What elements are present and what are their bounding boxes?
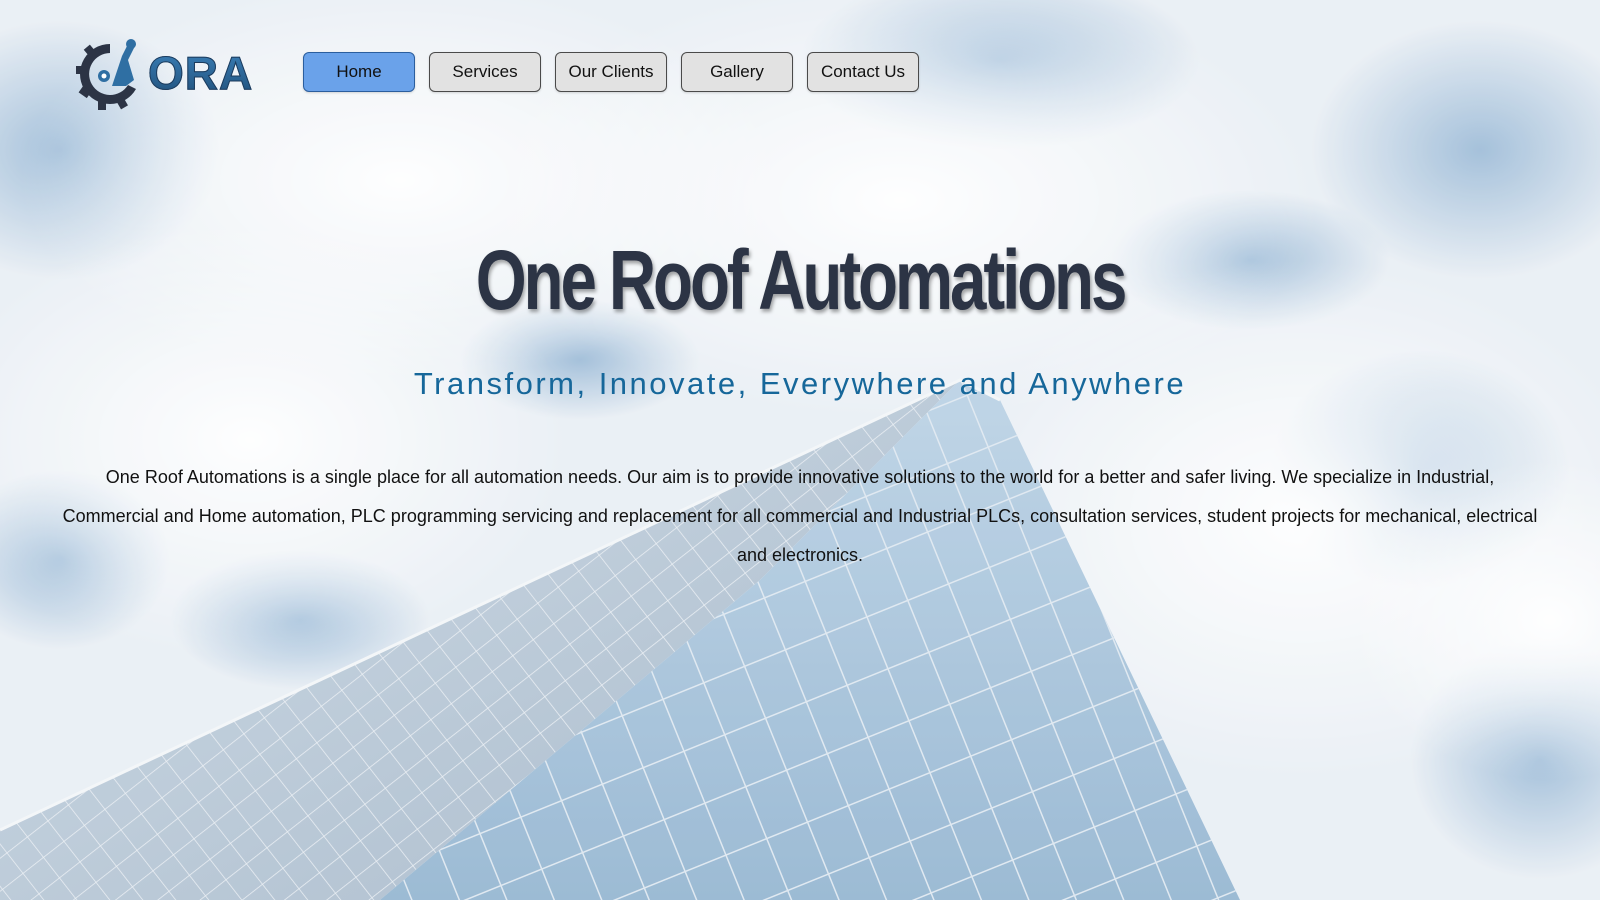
gear-robot-arm-icon — [76, 39, 136, 110]
nav-our-clients-button[interactable]: Our Clients — [555, 52, 667, 92]
nav-home-button[interactable]: Home — [303, 52, 415, 92]
hero-description: One Roof Automations is a single place f… — [62, 467, 1538, 565]
nav-gallery-button[interactable]: Gallery — [681, 52, 793, 92]
main-nav: Home Services Our Clients Gallery Contac… — [303, 52, 919, 92]
hero-title: One Roof Automations — [475, 233, 1128, 327]
nav-services-button[interactable]: Services — [429, 52, 541, 92]
hero-tagline: Transform, Innovate, Everywhere and Anyw… — [413, 366, 1187, 401]
logo-text: ORA — [147, 47, 254, 100]
nav-contact-us-button[interactable]: Contact Us — [807, 52, 919, 92]
hero-section: ORA Home Services Our Clients Gallery Co… — [0, 0, 1600, 900]
logo[interactable]: ORA — [74, 36, 264, 110]
background-image — [0, 0, 1600, 900]
